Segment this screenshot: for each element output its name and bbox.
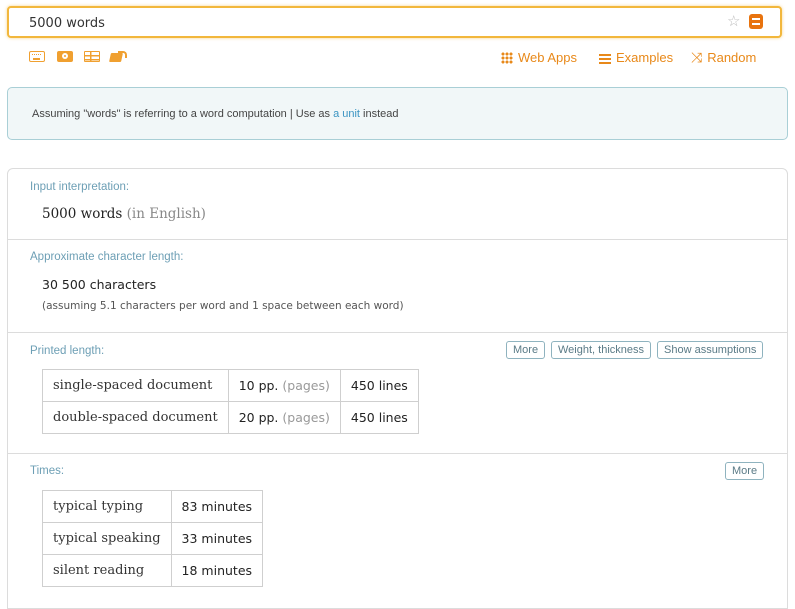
table-icon[interactable] [84, 51, 100, 62]
random-link[interactable]: ⤨ Random [691, 50, 756, 66]
more-button[interactable]: More [506, 341, 546, 359]
examples-label: Examples [616, 50, 674, 65]
pod-title: Times: [30, 465, 65, 477]
star-icon[interactable]: ☆ [727, 12, 740, 32]
web-apps-link[interactable]: Web Apps [501, 50, 577, 66]
time-value: 83 minutes [170, 490, 264, 523]
time-value: 33 minutes [170, 522, 264, 555]
pod-title: Input interpretation: [30, 181, 130, 193]
camera-icon[interactable] [57, 51, 73, 62]
menu-icon [599, 54, 611, 64]
use-as-unit-link[interactable]: a unit [333, 108, 360, 120]
time-value: 18 minutes [170, 554, 264, 587]
results-panel: Input interpretation: 5000 words (in Eng… [7, 168, 788, 609]
times-table: typical typing 83 minutes typical speaki… [42, 490, 264, 587]
table-row: typical speaking 33 minutes [42, 522, 264, 555]
input-main: 5000 words [42, 206, 123, 222]
row-label: silent reading [42, 554, 172, 587]
search-input[interactable] [29, 14, 689, 32]
input-interpretation-value: 5000 words (in English) [42, 206, 206, 222]
pod-title: Approximate character length: [30, 251, 184, 263]
grid-icon [501, 52, 513, 64]
keyboard-icon[interactable] [29, 51, 45, 62]
row-label: double-spaced document [42, 401, 229, 434]
pod-input-interpretation: Input interpretation: 5000 words (in Eng… [8, 169, 787, 240]
web-apps-label: Web Apps [518, 50, 578, 65]
assumption-text: Assuming "words" is referring to a word … [32, 108, 399, 120]
table-row: double-spaced document 20 pp. (pages) 45… [42, 401, 419, 434]
show-assumptions-button[interactable]: Show assumptions [657, 341, 764, 359]
pages-cell: 20 pp. (pages) [227, 401, 341, 434]
shuffle-icon: ⤨ [691, 50, 703, 66]
assumption-suffix: instead [360, 108, 399, 120]
random-label: Random [707, 50, 757, 65]
pod-times: Times: More typical typing 83 minutes ty… [8, 454, 787, 609]
pages-unit: (pages) [282, 410, 330, 425]
pages-value: 10 pp. [238, 378, 279, 393]
printed-length-table: single-spaced document 10 pp. (pages) 45… [42, 369, 419, 434]
pages-unit: (pages) [282, 378, 330, 393]
more-button[interactable]: More [725, 462, 765, 480]
pod-character-length: Approximate character length: 30 500 cha… [8, 240, 787, 333]
table-row: typical typing 83 minutes [42, 490, 264, 523]
search-bar: ☆ [7, 6, 782, 38]
weight-thickness-button[interactable]: Weight, thickness [551, 341, 652, 359]
row-label: typical speaking [42, 522, 172, 555]
character-length-note: (assuming 5.1 characters per word and 1 … [42, 300, 404, 312]
pages-value: 20 pp. [238, 410, 279, 425]
table-row: single-spaced document 10 pp. (pages) 45… [42, 369, 419, 402]
table-row: silent reading 18 minutes [42, 554, 264, 587]
compute-icon[interactable] [749, 14, 763, 29]
assumption-box: Assuming "words" is referring to a word … [7, 87, 788, 140]
pod-title: Printed length: [30, 345, 105, 357]
upload-folder-icon[interactable] [110, 51, 127, 63]
examples-link[interactable]: Examples [599, 50, 673, 66]
lines-cell: 450 lines [339, 401, 419, 434]
input-qualifier: (in English) [126, 206, 206, 222]
character-length-value: 30 500 characters [42, 277, 157, 292]
pages-cell: 10 pp. (pages) [227, 369, 341, 402]
lines-cell: 450 lines [339, 369, 419, 402]
assumption-prefix: Assuming "words" is referring to a word … [32, 108, 334, 120]
pod-printed-length: Printed length: More Weight, thickness S… [8, 333, 787, 454]
row-label: single-spaced document [42, 369, 229, 402]
row-label: typical typing [42, 490, 172, 523]
